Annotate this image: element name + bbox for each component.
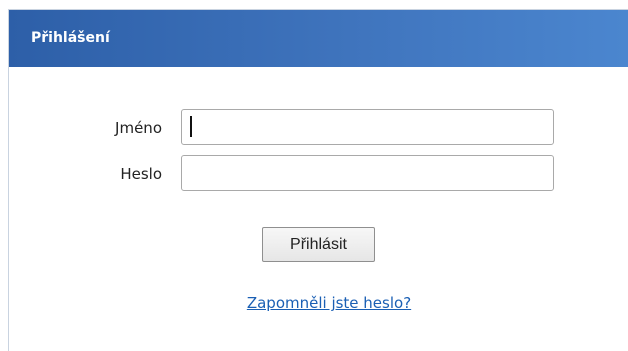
panel-header: Přihlášení xyxy=(9,10,628,67)
name-label: Jméno xyxy=(115,119,162,137)
text-cursor xyxy=(190,116,192,137)
password-label: Heslo xyxy=(120,165,162,183)
login-button[interactable]: Přihlásit xyxy=(262,227,375,262)
password-input[interactable] xyxy=(181,155,554,191)
forgot-password-link[interactable]: Zapomněli jste heslo? xyxy=(214,293,444,313)
name-input[interactable] xyxy=(181,109,554,145)
panel-title: Přihlášení xyxy=(31,30,110,46)
